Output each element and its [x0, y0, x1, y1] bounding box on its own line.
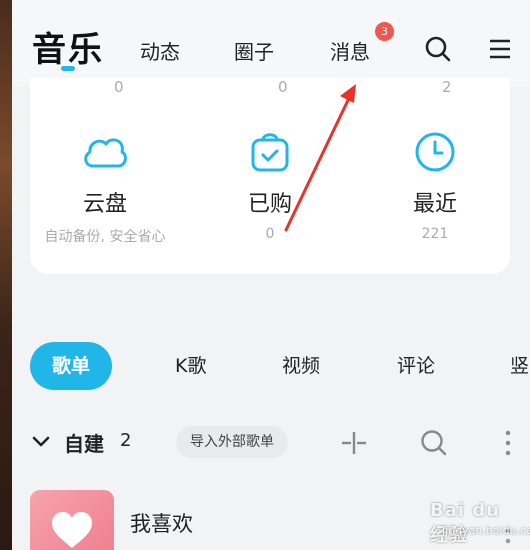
watermark-url: jingyan.baidu.com — [442, 524, 530, 537]
chevron-down-icon[interactable] — [32, 434, 50, 453]
tab-messages[interactable]: 消息 — [330, 36, 370, 65]
favorites-playlist-name[interactable]: 我喜欢 — [130, 508, 193, 538]
section-title: 自建 — [64, 432, 104, 456]
purchased-bag-icon — [195, 130, 345, 178]
cloud-icon — [30, 130, 180, 178]
purchased-count: 0 — [265, 226, 275, 242]
cloud-drive-sub: 自动备份, 安全省心 — [44, 229, 166, 245]
tab-music[interactable]: 音乐 — [32, 22, 104, 71]
segment-more[interactable]: 竖 — [510, 342, 529, 390]
background-photo-strip — [0, 0, 12, 550]
segment-playlists[interactable]: 歌单 — [30, 342, 113, 390]
library-card: 0 0 2 云盘 自动备份, 安全省心 已购 0 最近 221 — [30, 78, 510, 274]
heart-icon — [50, 510, 94, 550]
baidu-watermark: Bai du 经验 jingyan.baidu.com — [412, 488, 530, 546]
search-icon[interactable] — [424, 35, 452, 67]
add-icon[interactable] — [340, 430, 368, 460]
top-count-1: 0 — [114, 78, 124, 96]
active-tab-indicator — [61, 66, 75, 71]
top-count-2: 0 — [278, 78, 288, 96]
tab-dynamic[interactable]: 动态 — [140, 36, 180, 65]
favorites-cover[interactable] — [30, 490, 114, 550]
tab-circle[interactable]: 圈子 — [234, 36, 274, 65]
recent-count: 221 — [421, 226, 449, 242]
import-playlist-button[interactable]: 导入外部歌单 — [176, 426, 288, 458]
created-playlists-header: 自建 2 导入外部歌单 — [30, 422, 520, 462]
top-count-3: 2 — [442, 78, 452, 96]
purchased-entry[interactable]: 已购 0 — [195, 130, 345, 242]
purchased-label: 已购 — [247, 192, 292, 217]
recent-entry[interactable]: 最近 221 — [360, 130, 510, 242]
recent-label: 最近 — [412, 192, 457, 217]
segment-comments[interactable]: 评论 — [397, 342, 435, 390]
cloud-drive-entry[interactable]: 云盘 自动备份, 安全省心 — [30, 130, 180, 246]
cloud-drive-label: 云盘 — [82, 192, 127, 217]
segment-karaoke[interactable]: K歌 — [175, 342, 206, 390]
music-app: 音乐 动态 圈子 消息 3 0 0 2 云盘 自动备份, 安全省心 已购 0 最… — [12, 0, 530, 550]
menu-icon[interactable] — [488, 37, 512, 65]
top-nav: 音乐 动态 圈子 消息 3 — [12, 0, 530, 86]
message-count-badge: 3 — [375, 22, 394, 41]
clock-icon — [360, 130, 510, 178]
segment-videos[interactable]: 视频 — [282, 342, 320, 390]
section-count: 2 — [120, 430, 132, 451]
search-playlist-icon[interactable] — [420, 429, 448, 461]
more-options-icon[interactable] — [504, 430, 512, 460]
